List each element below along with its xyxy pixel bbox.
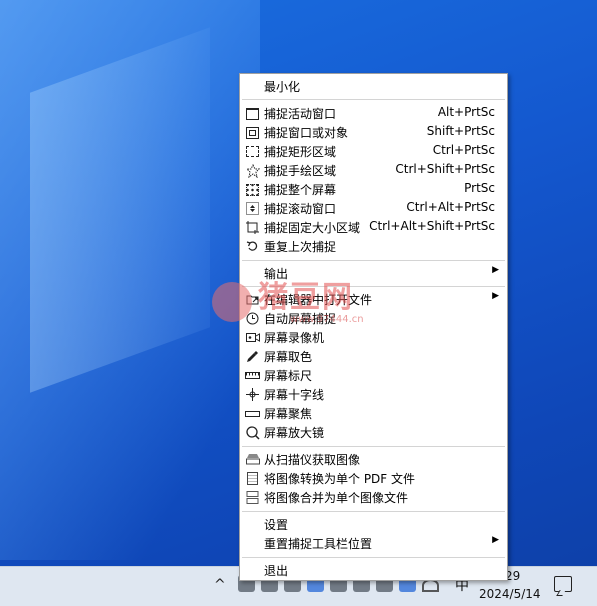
menu-separator (242, 260, 505, 261)
menu-item-exit[interactable]: 退出 (240, 561, 507, 580)
open-folder-icon (245, 292, 260, 307)
window-object-icon (245, 125, 260, 140)
menu-item-screen-recorder[interactable]: 屏幕录像机 (240, 328, 507, 347)
menu-item-label: 将图像合并为单个图像文件 (264, 491, 409, 505)
menu-item-crosshair[interactable]: 屏幕十字线 (240, 385, 507, 404)
menu-item-label: 捕捉矩形区域 (264, 145, 337, 159)
menu-item-open-in-editor[interactable]: 在编辑器中打开文件 ▶ (240, 290, 507, 309)
menu-item-capture-scrolling-window[interactable]: 捕捉滚动窗口 Ctrl+Alt+PrtSc (240, 199, 507, 218)
menu-item-shortcut: Ctrl+Alt+Shift+PrtSc (369, 219, 495, 233)
menu-item-minimize[interactable]: 最小化 (240, 77, 507, 96)
menu-item-label: 屏幕聚焦 (264, 407, 313, 421)
repeat-capture-icon (245, 239, 260, 254)
menu-item-label: 捕捉活动窗口 (264, 107, 337, 121)
full-screen-icon (245, 182, 260, 197)
menu-separator (242, 511, 505, 512)
rectangle-region-icon (245, 144, 260, 159)
menu-item-screen-ruler[interactable]: 屏幕标尺 (240, 366, 507, 385)
menu-item-label: 捕捉固定大小区域 (264, 221, 361, 235)
submenu-arrow-icon: ▶ (492, 265, 499, 275)
screen-recorder-icon (245, 330, 260, 345)
active-window-icon (245, 106, 260, 121)
menu-item-label: 捕捉滚动窗口 (264, 202, 337, 216)
menu-item-shortcut: Alt+PrtSc (437, 105, 495, 119)
menu-item-capture-active-window[interactable]: 捕捉活动窗口 Alt+PrtSc (240, 104, 507, 123)
menu-item-repeat-capture[interactable]: 重复上次捕捉 (240, 237, 507, 256)
scrolling-window-icon (245, 201, 260, 216)
ruler-icon (245, 368, 260, 383)
submenu-arrow-icon: ▶ (492, 291, 499, 301)
menu-item-capture-fixed-size[interactable]: 捕捉固定大小区域 Ctrl+Alt+Shift+PrtSc (240, 218, 507, 237)
menu-item-label: 退出 (264, 564, 289, 578)
menu-separator (242, 286, 505, 287)
menu-item-shortcut: Ctrl+Shift+PrtSc (395, 162, 495, 176)
menu-item-merge-images[interactable]: 将图像合并为单个图像文件 (240, 488, 507, 507)
menu-item-label: 捕捉整个屏幕 (264, 183, 337, 197)
menu-item-label: 设置 (264, 518, 289, 532)
menu-item-capture-window-object[interactable]: 捕捉窗口或对象 Shift+PrtSc (240, 123, 507, 142)
menu-item-settings[interactable]: 设置 (240, 515, 507, 534)
auto-capture-icon (245, 311, 260, 326)
pdf-icon (245, 471, 260, 486)
menu-item-label: 从扫描仪获取图像 (264, 453, 361, 467)
magnifier-icon (245, 425, 260, 440)
menu-item-label: 屏幕放大镜 (264, 426, 325, 440)
menu-item-label: 屏幕录像机 (264, 331, 325, 345)
menu-item-magnifier[interactable]: 屏幕放大镜 (240, 423, 507, 442)
menu-item-capture-full-screen[interactable]: 捕捉整个屏幕 PrtSc (240, 180, 507, 199)
menu-item-label: 屏幕取色 (264, 350, 313, 364)
menu-item-reset-toolbar-position[interactable]: 重置捕捉工具栏位置 ▶ (240, 534, 507, 553)
color-picker-icon (245, 349, 260, 364)
menu-item-label: 自动屏幕捕捉 (264, 312, 337, 326)
menu-item-label: 捕捉窗口或对象 (264, 126, 349, 140)
submenu-arrow-icon: ▶ (492, 535, 499, 545)
menu-item-label: 输出 (264, 267, 289, 281)
menu-item-label: 重置捕捉工具栏位置 (264, 537, 373, 551)
menu-separator (242, 557, 505, 558)
menu-item-shortcut: Ctrl+PrtSc (432, 143, 495, 157)
menu-item-screen-focus[interactable]: 屏幕聚焦 (240, 404, 507, 423)
menu-item-label: 捕捉手绘区域 (264, 164, 337, 178)
menu-item-from-scanner[interactable]: 从扫描仪获取图像 (240, 450, 507, 469)
menu-item-capture-freehand[interactable]: 捕捉手绘区域 Ctrl+Shift+PrtSc (240, 161, 507, 180)
focus-bar-icon (245, 406, 260, 421)
notification-center-icon[interactable] (554, 576, 572, 592)
tray-context-menu: 最小化 捕捉活动窗口 Alt+PrtSc 捕捉窗口或对象 Shift+PrtSc… (239, 73, 508, 581)
menu-item-label: 最小化 (264, 80, 301, 94)
fixed-size-region-icon (245, 220, 260, 235)
menu-item-label: 屏幕标尺 (264, 369, 313, 383)
show-hidden-icons-chevron-icon[interactable]: ^ (214, 577, 226, 593)
menu-item-auto-capture[interactable]: 自动屏幕捕捉 (240, 309, 507, 328)
menu-separator (242, 446, 505, 447)
crosshair-icon (245, 387, 260, 402)
menu-item-label: 将图像转换为单个 PDF 文件 (264, 472, 416, 486)
menu-item-output[interactable]: 输出 ▶ (240, 264, 507, 283)
menu-item-convert-to-pdf[interactable]: 将图像转换为单个 PDF 文件 (240, 469, 507, 488)
menu-item-label: 重复上次捕捉 (264, 240, 337, 254)
menu-item-shortcut: Ctrl+Alt+PrtSc (406, 200, 495, 214)
menu-item-color-picker[interactable]: 屏幕取色 (240, 347, 507, 366)
freehand-region-icon (245, 163, 260, 178)
menu-item-label: 屏幕十字线 (264, 388, 325, 402)
menu-item-label: 在编辑器中打开文件 (264, 293, 373, 307)
menu-item-shortcut: Shift+PrtSc (426, 124, 495, 138)
merge-images-icon (245, 490, 260, 505)
menu-separator (242, 99, 505, 100)
menu-item-capture-rectangle[interactable]: 捕捉矩形区域 Ctrl+PrtSc (240, 142, 507, 161)
scanner-icon (245, 452, 260, 467)
menu-item-shortcut: PrtSc (464, 181, 495, 195)
clock-date[interactable]: 2024/5/14 (479, 587, 541, 601)
